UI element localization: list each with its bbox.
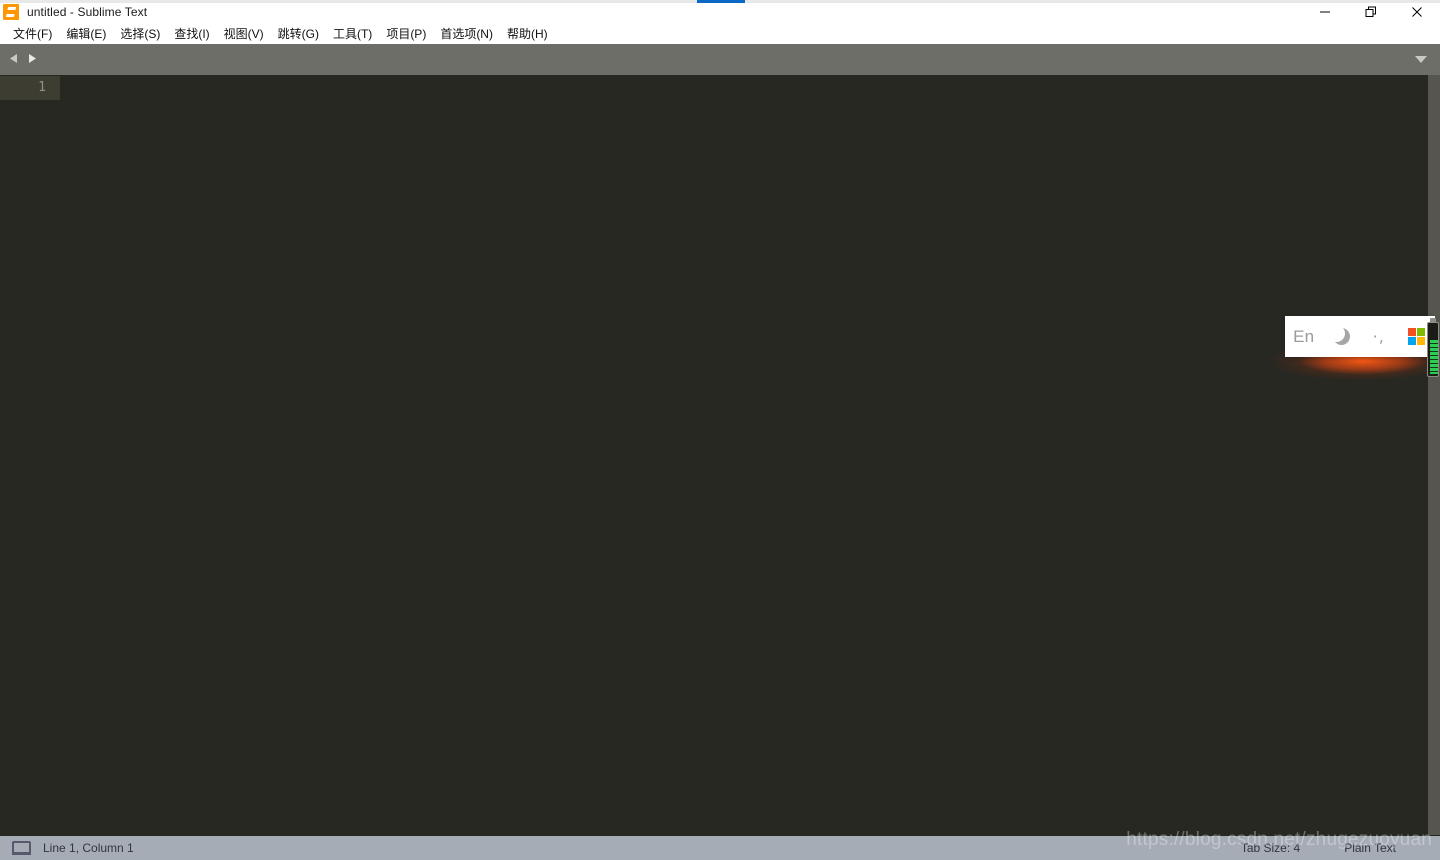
menu-item-selection[interactable]: 选择(S) — [113, 25, 167, 43]
menu-item-goto[interactable]: 跳转(G) — [271, 25, 326, 43]
battery-level-bars — [1430, 340, 1438, 374]
microsoft-logo-icon — [1407, 328, 1425, 345]
punctuation-icon: ·, — [1372, 326, 1385, 346]
ime-language-popup[interactable]: En ·, — [1285, 316, 1435, 357]
menu-item-file[interactable]: 文件(F) — [6, 25, 59, 43]
ime-language-button[interactable]: En — [1285, 316, 1323, 357]
menu-item-view[interactable]: 视图(V) — [217, 25, 271, 43]
title-bar: untitled - Sublime Text — [0, 0, 1440, 24]
ms-square-top-right — [1416, 328, 1425, 336]
menu-bar: 文件(F) 编辑(E) 选择(S) 查找(I) 视图(V) 跳转(G) 工具(T… — [0, 24, 1440, 44]
ime-punctuation-button[interactable]: ·, — [1360, 316, 1398, 357]
editor-pane[interactable]: 1 — [0, 75, 1440, 835]
menu-item-help[interactable]: 帮助(H) — [500, 25, 555, 43]
battery-body — [1427, 322, 1439, 377]
arrow-left-icon[interactable] — [8, 52, 21, 65]
tab-bar — [0, 44, 1440, 75]
moon-icon — [1327, 325, 1350, 345]
window-top-strip — [0, 0, 1440, 3]
window-controls — [1302, 0, 1440, 24]
minimize-button[interactable] — [1302, 0, 1348, 24]
tab-size-label[interactable]: Tab Size: 4 — [1241, 841, 1300, 855]
menu-item-project[interactable]: 项目(P) — [379, 25, 433, 43]
minimap-column[interactable] — [1428, 75, 1440, 835]
close-icon — [1412, 7, 1422, 17]
ms-square-bottom-left — [1407, 337, 1416, 345]
top-strip-accent — [697, 0, 745, 3]
cursor-position-label[interactable]: Line 1, Column 1 — [43, 841, 134, 855]
status-bar: Line 1, Column 1 Tab Size: 4 Plain Text — [0, 836, 1440, 860]
battery-indicator — [1427, 318, 1440, 378]
menu-item-tools[interactable]: 工具(T) — [326, 25, 379, 43]
arrow-right-icon[interactable] — [25, 52, 38, 65]
ime-mode-button[interactable] — [1323, 316, 1361, 357]
laptop-icon[interactable] — [12, 841, 31, 855]
sublime-text-icon — [3, 4, 19, 20]
restore-button[interactable] — [1348, 0, 1394, 24]
menu-item-edit[interactable]: 编辑(E) — [59, 25, 113, 43]
menu-item-preferences[interactable]: 首选项(N) — [433, 25, 500, 43]
menu-item-find[interactable]: 查找(I) — [167, 25, 216, 43]
restore-icon — [1365, 6, 1376, 17]
sublime-text-window: untitled - Sublime Text 文件(F) 编辑(E) 选择(S… — [0, 0, 1440, 860]
window-title: untitled - Sublime Text — [27, 5, 148, 19]
close-button[interactable] — [1394, 0, 1440, 24]
ime-language-label: En — [1293, 326, 1315, 346]
tab-nav-arrows — [8, 52, 38, 65]
chevron-down-icon[interactable] — [1414, 55, 1428, 64]
syntax-label[interactable]: Plain Text — [1344, 841, 1396, 855]
line-number-1: 1 — [38, 80, 46, 95]
minimize-icon — [1320, 11, 1330, 13]
ms-square-top-left — [1407, 328, 1416, 336]
status-bar-right: Tab Size: 4 Plain Text — [1241, 836, 1440, 860]
ms-square-bottom-right — [1416, 337, 1425, 345]
